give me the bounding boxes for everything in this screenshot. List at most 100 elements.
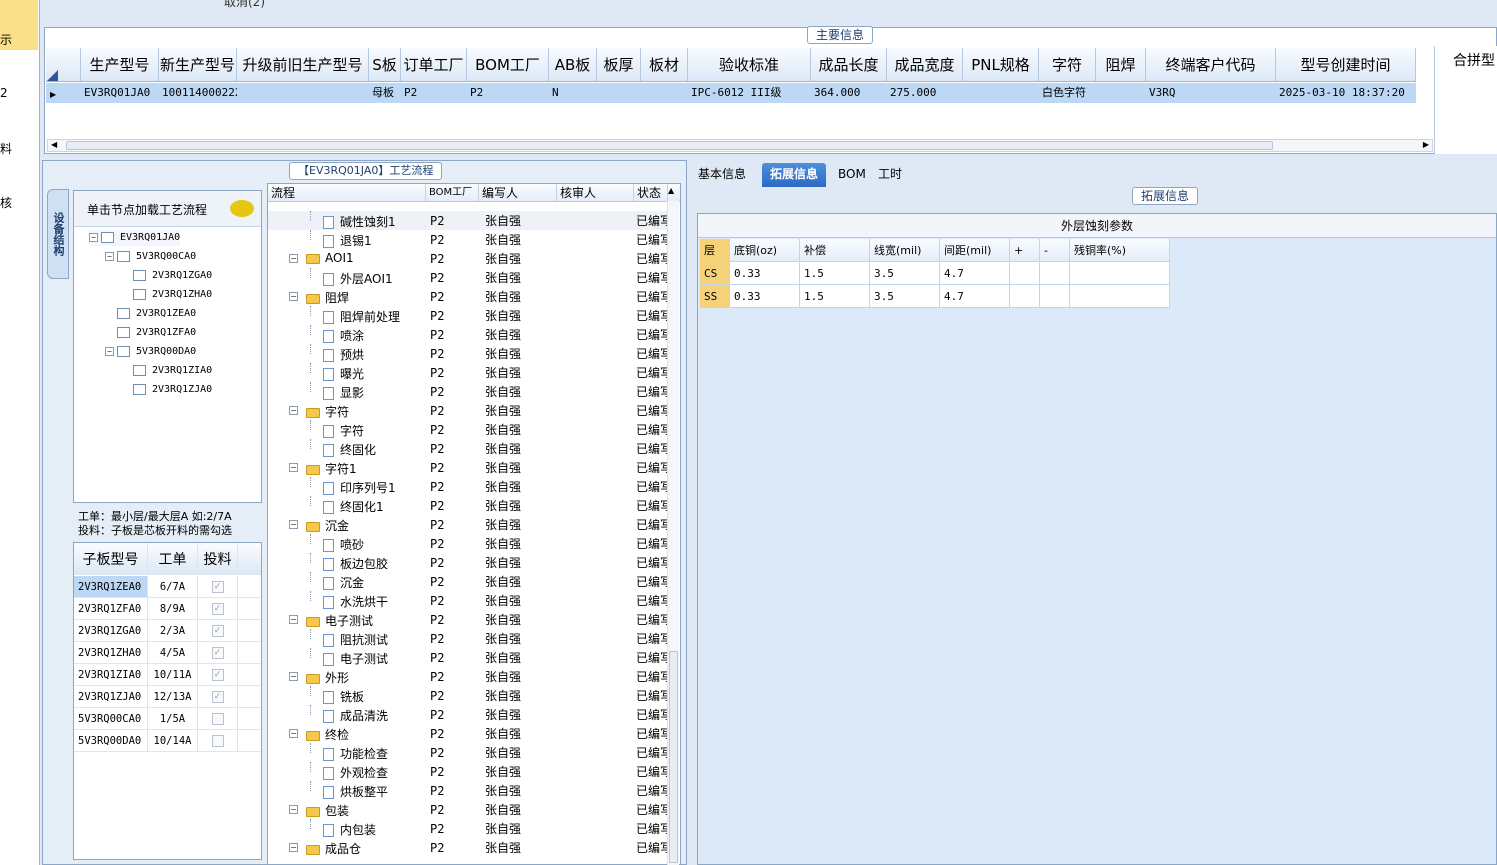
- grid-cell[interactable]: 白色字符: [1039, 83, 1096, 103]
- flow-row[interactable]: 沉金 P2 张自强 已编写: [268, 572, 668, 591]
- column-header[interactable]: 间距(mil): [940, 239, 1010, 262]
- column-header[interactable]: S板: [369, 48, 401, 81]
- column-header[interactable]: BOM工厂: [426, 184, 479, 201]
- feed-checkbox-cell[interactable]: [198, 708, 238, 729]
- flow-row[interactable]: 曝光 P2 张自强 已编写: [268, 363, 668, 382]
- collapse-icon[interactable]: −: [289, 520, 298, 529]
- flow-row[interactable]: − 电子测试 P2 张自强 已编写: [268, 610, 668, 629]
- scroll-left-icon[interactable]: ◀: [51, 140, 57, 149]
- tab-bom[interactable]: BOM: [830, 163, 874, 187]
- etching-cell[interactable]: [1010, 262, 1040, 285]
- sub-table-row[interactable]: 2V3RQ1ZFA0 8/9A ✓: [74, 598, 261, 620]
- tree-node-checkbox[interactable]: [133, 269, 146, 281]
- etching-cell[interactable]: [1070, 285, 1170, 308]
- collapse-icon[interactable]: −: [289, 805, 298, 814]
- tree-node[interactable]: − EV3RQ01JA0: [89, 230, 181, 246]
- flow-row[interactable]: 功能检查 P2 张自强 已编写: [268, 743, 668, 762]
- etching-cell[interactable]: 3.5: [870, 285, 940, 308]
- grid-cell[interactable]: IPC-6012 III级: [688, 83, 811, 103]
- etching-cell[interactable]: [1010, 285, 1040, 308]
- column-header[interactable]: 新生产型号: [159, 48, 237, 81]
- grid-cell[interactable]: 2025-03-10 18:37:20: [1276, 83, 1416, 103]
- flow-row[interactable]: 外层AOI1 P2 张自强 已编写: [268, 268, 668, 287]
- tree-node[interactable]: 2V3RQ1ZJA0: [121, 382, 212, 398]
- grid-cell[interactable]: 364.000: [811, 83, 887, 103]
- flow-row[interactable]: 终固化1 P2 张自强 已编写: [268, 496, 668, 515]
- flow-vertical-scrollbar[interactable]: ▲: [667, 186, 679, 865]
- collapse-icon[interactable]: −: [289, 843, 298, 852]
- column-header[interactable]: 流程: [268, 184, 426, 201]
- column-header[interactable]: 子板型号: [74, 543, 148, 574]
- sub-table-row[interactable]: 2V3RQ1ZHA0 4/5A ✓: [74, 642, 261, 664]
- column-header[interactable]: AB板: [549, 48, 597, 81]
- scroll-up-icon[interactable]: ▲: [668, 186, 674, 195]
- grid-cell[interactable]: [641, 83, 688, 103]
- flow-row[interactable]: 阻焊前处理 P2 张自强 已编写: [268, 306, 668, 325]
- grid-cell[interactable]: P2: [467, 83, 549, 103]
- flow-row[interactable]: − 成品仓 P2 张自强 已编写: [268, 838, 668, 857]
- etching-row[interactable]: CS 0.33 1.5 3.5 4.7: [700, 262, 1170, 285]
- column-header[interactable]: BOM工厂: [467, 48, 549, 81]
- feed-checkbox-cell[interactable]: ✓: [198, 664, 238, 685]
- left-strip-item[interactable]: 2: [0, 86, 8, 100]
- sub-table-row[interactable]: 5V3RQ00DA0 10/14A: [74, 730, 261, 752]
- feed-checkbox[interactable]: [211, 712, 224, 725]
- grid-cell[interactable]: [1096, 83, 1146, 103]
- tree-node[interactable]: 2V3RQ1ZEA0: [105, 306, 196, 322]
- column-header[interactable]: 生产型号: [81, 48, 159, 81]
- tab-basic-info[interactable]: 基本信息: [690, 163, 754, 187]
- sub-table-row[interactable]: 2V3RQ1ZJA0 12/13A ✓: [74, 686, 261, 708]
- etching-cell[interactable]: 4.7: [940, 285, 1010, 308]
- column-header[interactable]: 状态: [634, 184, 668, 201]
- grid-cell[interactable]: 母板: [369, 83, 401, 103]
- column-header[interactable]: 编写人: [479, 184, 557, 201]
- flow-row[interactable]: 预烘 P2 张自强 已编写: [268, 344, 668, 363]
- feed-checkbox-cell[interactable]: ✓: [198, 576, 238, 597]
- tab-extended-info[interactable]: 拓展信息: [762, 163, 827, 187]
- collapse-icon[interactable]: −: [289, 615, 298, 624]
- collapse-icon[interactable]: −: [105, 251, 114, 261]
- flow-row[interactable]: 水洗烘干 P2 张自强 已编写: [268, 591, 668, 610]
- tree-node[interactable]: 2V3RQ1ZIA0: [121, 363, 212, 379]
- collapse-icon[interactable]: −: [289, 672, 298, 681]
- column-header[interactable]: 底铜(oz): [730, 239, 800, 262]
- flow-row[interactable]: 终固化 P2 张自强 已编写: [268, 439, 668, 458]
- flow-row[interactable]: 板边包胶 P2 张自强 已编写: [268, 553, 668, 572]
- feed-checkbox[interactable]: ✓: [211, 580, 224, 593]
- tree-node-checkbox[interactable]: [117, 326, 130, 338]
- grid-cell[interactable]: [963, 83, 1039, 103]
- column-header[interactable]: 补偿: [800, 239, 870, 262]
- toolbar-partial-label[interactable]: 取消(2): [224, 0, 265, 10]
- flow-scroll-thumb[interactable]: [669, 651, 678, 863]
- flow-row[interactable]: 内包装 P2 张自强 已编写: [268, 819, 668, 838]
- grid-cell[interactable]: V3RQ: [1146, 83, 1276, 103]
- flow-row[interactable]: 印序列号1 P2 张自强 已编写: [268, 477, 668, 496]
- grid-cell[interactable]: EV3RQ01JA0: [81, 83, 159, 103]
- column-header[interactable]: 板材: [641, 48, 688, 81]
- etching-cell[interactable]: 1.5: [800, 285, 870, 308]
- sub-table-row[interactable]: 5V3RQ00CA0 1/5A: [74, 708, 261, 730]
- column-header[interactable]: 成品长度: [811, 48, 887, 81]
- flow-row[interactable]: 烘板整平 P2 张自强 已编写: [268, 781, 668, 800]
- column-header[interactable]: -: [1040, 239, 1070, 262]
- flow-row[interactable]: 碱性蚀刻1 P2 张自强 已编写: [268, 211, 668, 230]
- left-strip-item[interactable]: 核: [0, 194, 12, 211]
- tree-node-checkbox[interactable]: [133, 364, 146, 376]
- tree-node[interactable]: − 5V3RQ00CA0: [105, 249, 196, 265]
- flow-row[interactable]: − AOI1 P2 张自强 已编写: [268, 249, 668, 268]
- etching-cell[interactable]: 0.33: [730, 262, 800, 285]
- flow-row[interactable]: − 外形 P2 张自强 已编写: [268, 667, 668, 686]
- column-header[interactable]: 字符: [1039, 48, 1096, 81]
- flow-row[interactable]: − 终检 P2 张自强 已编写: [268, 724, 668, 743]
- etching-cell[interactable]: 3.5: [870, 262, 940, 285]
- sub-table-row[interactable]: 2V3RQ1ZIA0 10/11A ✓: [74, 664, 261, 686]
- grid-cell[interactable]: P2: [401, 83, 467, 103]
- grid-cell[interactable]: [597, 83, 641, 103]
- column-header[interactable]: 投料: [198, 543, 238, 574]
- column-header[interactable]: 成品宽度: [887, 48, 963, 81]
- column-header[interactable]: 终端客户代码: [1146, 48, 1276, 81]
- collapse-icon[interactable]: −: [289, 254, 298, 263]
- column-header[interactable]: +: [1010, 239, 1040, 262]
- feed-checkbox[interactable]: ✓: [211, 624, 224, 637]
- feed-checkbox-cell[interactable]: ✓: [198, 642, 238, 663]
